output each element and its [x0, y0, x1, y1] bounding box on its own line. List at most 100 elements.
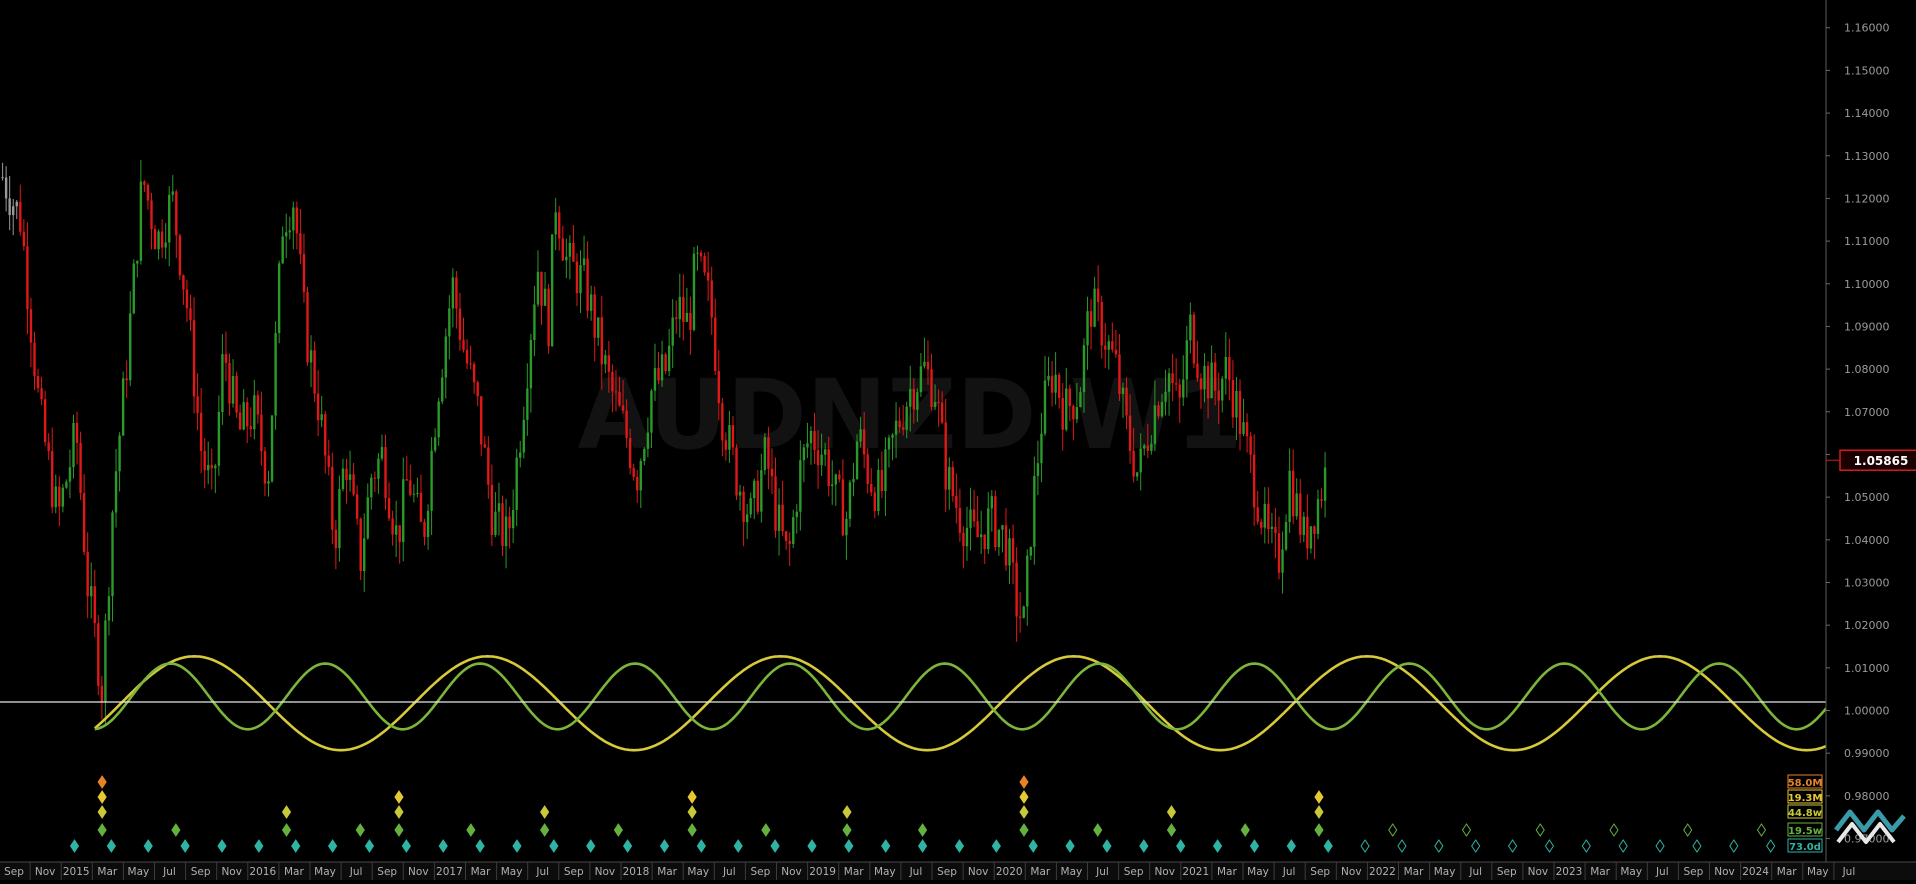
candle-body: [1011, 538, 1015, 563]
time-axis: Sep Nov 2015 Mar May Jul Sep Nov 2016 Mar May Jul Se…: [0, 861, 1916, 880]
candle-body: [682, 296, 685, 322]
candle-body: [738, 491, 742, 496]
candle-body: [972, 509, 976, 522]
time-tick-label: Mar: [1030, 866, 1050, 878]
candle-body: [65, 481, 68, 488]
candle-body: [536, 271, 540, 305]
candle-body: [331, 466, 334, 530]
candle-body: [714, 317, 717, 371]
time-tick-label: Mar: [471, 866, 491, 878]
candle-body: [277, 263, 281, 333]
candle-body: [153, 229, 157, 250]
candle-body: [955, 495, 958, 508]
candle-body: [547, 288, 550, 347]
time-tick-label: May: [501, 866, 523, 878]
candle-body: [1182, 379, 1185, 398]
candle-body: [1228, 356, 1231, 381]
candle-body: [253, 395, 256, 430]
time-tick-label: Mar: [657, 866, 677, 878]
candle-body: [522, 419, 525, 453]
candle-body: [469, 363, 472, 365]
candle-body: [675, 317, 678, 320]
candle-body: [987, 508, 990, 550]
candle-body: [412, 493, 416, 495]
cycle-period-label: 44.8w: [1788, 808, 1822, 819]
candle-body: [97, 623, 100, 686]
candle-body: [1185, 340, 1189, 380]
candle-body: [618, 392, 621, 406]
candle-body: [558, 212, 561, 239]
candle-body: [1178, 384, 1181, 398]
candle-body: [1210, 362, 1213, 399]
candle-body: [1111, 341, 1114, 350]
candle-body: [419, 492, 423, 522]
time-tick-label: May: [1247, 866, 1269, 878]
price-tick-label: 1.08000: [1844, 363, 1890, 376]
candle-body: [1114, 349, 1118, 355]
candle-body: [611, 371, 614, 392]
time-tick-label: 2017: [436, 866, 463, 878]
candle-body: [1206, 365, 1210, 399]
candle-body: [994, 496, 997, 548]
candle-body: [721, 403, 724, 441]
candle-body: [1260, 521, 1263, 528]
time-tick-label: Jul: [162, 866, 176, 878]
candle-body: [650, 390, 653, 433]
candle-body: [1291, 470, 1295, 517]
candle-body: [788, 541, 791, 544]
candle-body: [529, 339, 533, 389]
price-tick-label: 1.04000: [1844, 534, 1890, 547]
time-tick-label: May: [1061, 866, 1083, 878]
time-tick-label: Jul: [535, 866, 549, 878]
candle-body: [409, 480, 412, 495]
candle-body: [345, 468, 348, 481]
candle-body: [309, 350, 313, 363]
candle-body: [795, 511, 798, 518]
cycle-period-label: 58.0M: [1788, 778, 1823, 789]
candle-body: [628, 437, 632, 469]
candle-body: [316, 393, 320, 421]
candle-body: [501, 503, 504, 547]
candle-body: [1054, 374, 1057, 393]
candle-body: [480, 396, 483, 445]
candle-body: [104, 620, 107, 702]
candle-body: [940, 402, 944, 423]
candle-body: [121, 378, 125, 436]
candle-body: [763, 437, 767, 471]
candle-body: [586, 258, 589, 311]
candle-body: [1231, 380, 1235, 418]
candle-body: [465, 349, 469, 364]
candle-body: [519, 452, 522, 458]
candle-body: [862, 429, 866, 455]
candle-body: [997, 529, 1001, 548]
candle-body: [19, 201, 22, 232]
candle-body: [441, 377, 444, 402]
candle-body: [813, 430, 816, 451]
candle-body: [845, 518, 848, 536]
candle-body: [217, 411, 221, 466]
candle-body: [1075, 407, 1079, 420]
time-tick-label: Sep: [377, 866, 397, 878]
candle-body: [664, 354, 667, 372]
candle-body: [710, 280, 713, 318]
candle-body: [189, 308, 192, 321]
candle-body: [12, 206, 15, 216]
candle-body: [884, 449, 887, 492]
candle-body: [706, 272, 710, 281]
candle-body: [221, 354, 224, 412]
candle-body: [731, 425, 735, 448]
candle-body: [912, 388, 915, 410]
time-tick-label: May: [687, 866, 709, 878]
candle-body: [678, 296, 681, 320]
candle-body: [565, 256, 568, 261]
candle-body: [472, 364, 476, 383]
candle-body: [689, 312, 692, 330]
candle-body: [901, 427, 905, 430]
candle-body: [377, 458, 380, 479]
candle-body: [157, 231, 160, 250]
time-tick-label: Mar: [284, 866, 304, 878]
candle-body: [175, 191, 178, 236]
candle-body: [370, 477, 373, 498]
candle-body: [916, 392, 919, 410]
candle-body: [1320, 499, 1323, 501]
